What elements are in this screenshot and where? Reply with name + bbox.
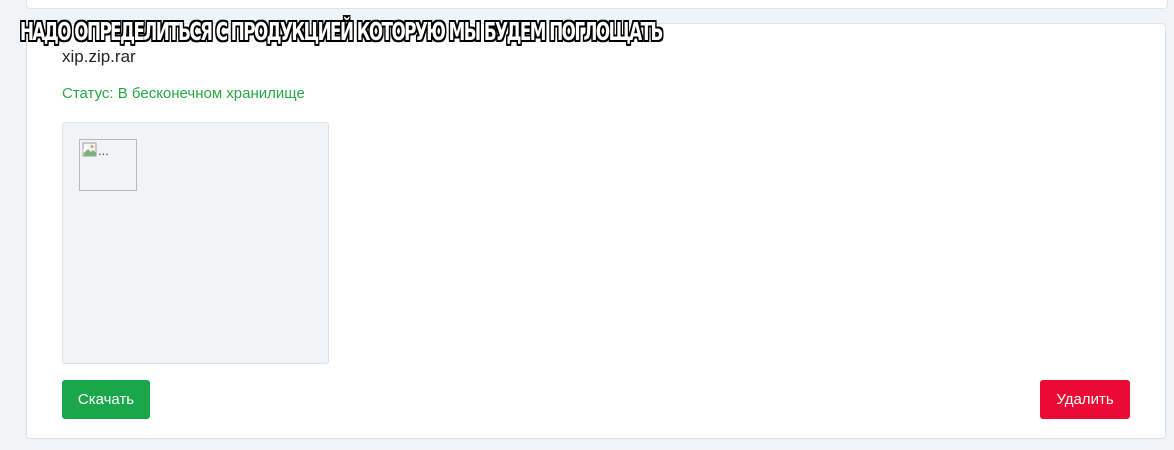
file-preview: ... bbox=[62, 122, 329, 364]
preview-image: ... bbox=[79, 139, 137, 191]
file-status: Статус: В бесконечном хранилище bbox=[62, 85, 305, 102]
broken-image-icon bbox=[82, 142, 97, 157]
file-card: xip.zip.rar Статус: В бесконечном хранил… bbox=[26, 23, 1166, 439]
preview-alt-text: ... bbox=[98, 143, 109, 158]
previous-card-edge bbox=[26, 0, 1168, 9]
meme-caption: Надо определиться с продукцией которую м… bbox=[20, 17, 663, 46]
delete-button[interactable]: Удалить bbox=[1040, 380, 1130, 419]
download-button[interactable]: Скачать bbox=[62, 380, 150, 419]
